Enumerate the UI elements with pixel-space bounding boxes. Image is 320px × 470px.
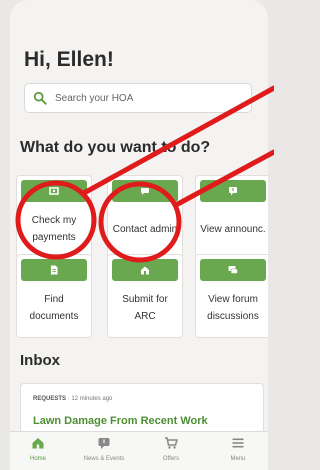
inbox-meta: REQUESTS · 12 minutes ago (33, 396, 112, 402)
tile-label: Submit for ARC (122, 294, 168, 322)
bottom-nav: Home News & Events Offers Menu (10, 431, 268, 470)
home-icon (32, 438, 44, 449)
announcement-icon (229, 187, 237, 196)
nav-label-menu: Menu (230, 456, 246, 462)
tile-label: View announc. (200, 224, 266, 235)
tile-label: Find documents (29, 294, 79, 322)
tile-label: View forum discussions (207, 294, 259, 322)
check-payments-tile[interactable]: Check my payments (16, 175, 92, 259)
find-documents-tile[interactable]: Find documents (16, 254, 92, 338)
tile-label: Contact admin (112, 224, 178, 235)
greeting-title: Hi, Ellen! (24, 48, 114, 71)
nav-label-offers: Offers (162, 456, 180, 462)
nav-item-menu[interactable]: Menu (210, 436, 266, 462)
actions-title: What do you want to do? (20, 139, 211, 156)
inbox-time: · 12 minutes ago (67, 396, 113, 402)
news-icon (98, 438, 110, 449)
search-icon (33, 91, 47, 105)
nav-label-home: Home (29, 456, 46, 462)
chat-icon (141, 188, 149, 195)
nav-item-news[interactable]: News & Events (76, 436, 132, 462)
contact-admin-tile[interactable]: Contact admin (107, 175, 183, 259)
inbox-category: REQUESTS (33, 396, 67, 402)
tile-label: Check my payments (31, 215, 77, 243)
app-screen: Hi, Ellen! What do you want to do? Check… (10, 0, 268, 470)
payment-icon (49, 187, 59, 195)
forum-icon (228, 266, 238, 274)
search-input[interactable] (53, 91, 227, 105)
inbox-title: Inbox (20, 352, 60, 369)
nav-item-offers[interactable]: Offers (143, 436, 199, 462)
inbox-subject[interactable]: Lawn Damage From Recent Work (33, 415, 208, 427)
menu-icon (232, 438, 244, 448)
nav-label-news: News & Events (83, 456, 125, 462)
cart-icon (165, 437, 178, 449)
nav-item-home[interactable]: Home (10, 436, 66, 462)
search-bar[interactable] (24, 83, 252, 113)
inbox-card[interactable]: REQUESTS · 12 minutes ago Lawn Damage Fr… (20, 383, 264, 433)
view-announcements-tile[interactable]: View announc. (195, 175, 268, 259)
submit-arc-tile[interactable]: Submit for ARC (107, 254, 183, 338)
view-forum-tile[interactable]: View forum discussions (195, 254, 268, 338)
home-building-icon (141, 266, 149, 275)
document-icon (51, 265, 58, 275)
